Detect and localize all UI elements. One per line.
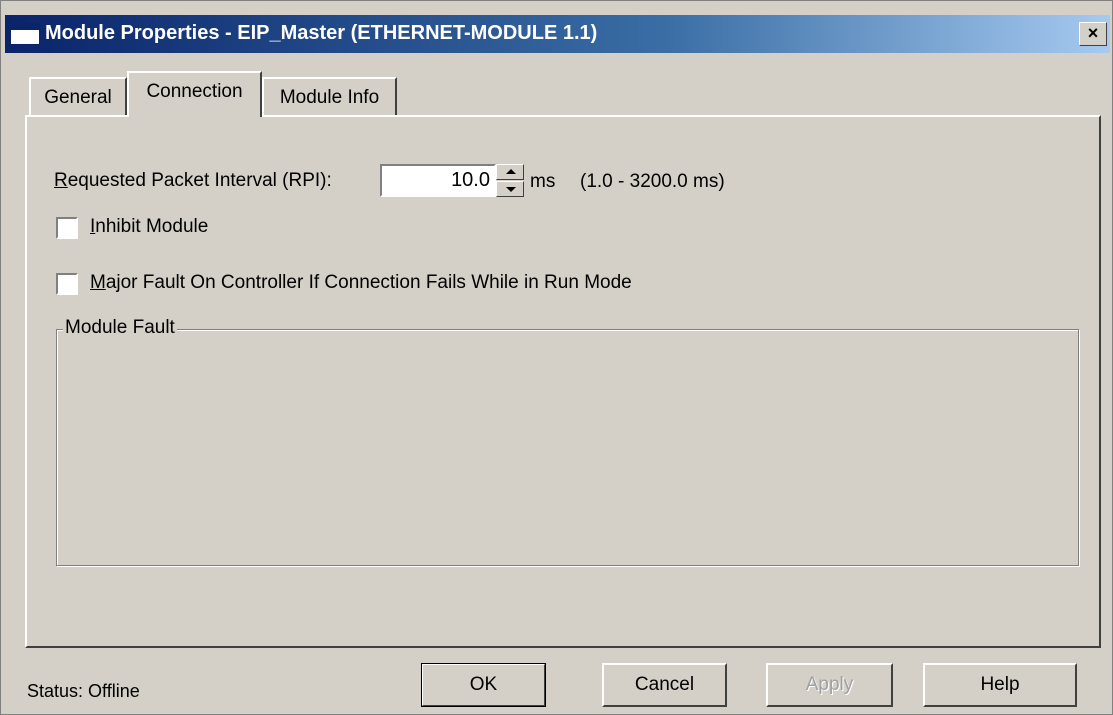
tab-connection[interactable]: Connection bbox=[127, 71, 262, 117]
cancel-button[interactable]: Cancel bbox=[602, 663, 727, 707]
close-icon[interactable]: × bbox=[1079, 22, 1107, 46]
rpi-label-text: equested Packet Interval (RPI): bbox=[67, 170, 332, 191]
tab-general[interactable]: General bbox=[29, 77, 127, 115]
apply-button[interactable]: Apply bbox=[766, 663, 893, 707]
rpi-input[interactable]: 10.0 bbox=[380, 164, 496, 197]
rpi-label: Requested Packet Interval (RPI): bbox=[54, 170, 332, 192]
module-properties-dialog: Module Properties - EIP_Master (ETHERNET… bbox=[0, 0, 1113, 715]
major-fault-checkbox[interactable] bbox=[56, 273, 78, 295]
spin-up-icon[interactable] bbox=[496, 164, 524, 180]
spin-down-icon[interactable] bbox=[496, 181, 524, 197]
module-fault-title: Module Fault bbox=[63, 317, 177, 339]
rpi-spinner[interactable] bbox=[496, 164, 524, 197]
ok-button[interactable]: OK bbox=[421, 663, 546, 707]
tab-module-info[interactable]: Module Info bbox=[262, 77, 397, 115]
status-text: Status: Offline bbox=[27, 681, 140, 701]
major-fault-label[interactable]: Major Fault On Controller If Connection … bbox=[90, 272, 632, 294]
title-bar[interactable]: Module Properties - EIP_Master (ETHERNET… bbox=[5, 15, 1110, 53]
major-fault-label-text: ajor Fault On Controller If Connection F… bbox=[105, 272, 632, 293]
major-fault-accelerator: M bbox=[90, 272, 106, 293]
rpi-range: (1.0 - 3200.0 ms) bbox=[580, 171, 725, 192]
inhibit-label-text: nhibit Module bbox=[95, 216, 209, 237]
window-icon bbox=[10, 23, 40, 45]
rpi-unit: ms bbox=[530, 171, 556, 192]
module-fault-group bbox=[56, 329, 1079, 566]
help-button[interactable]: Help bbox=[923, 663, 1077, 707]
inhibit-module-label[interactable]: Inhibit Module bbox=[90, 216, 208, 238]
rpi-accelerator: R bbox=[54, 170, 68, 191]
inhibit-module-checkbox[interactable] bbox=[56, 217, 78, 239]
window-title: Module Properties - EIP_Master (ETHERNET… bbox=[45, 22, 598, 44]
